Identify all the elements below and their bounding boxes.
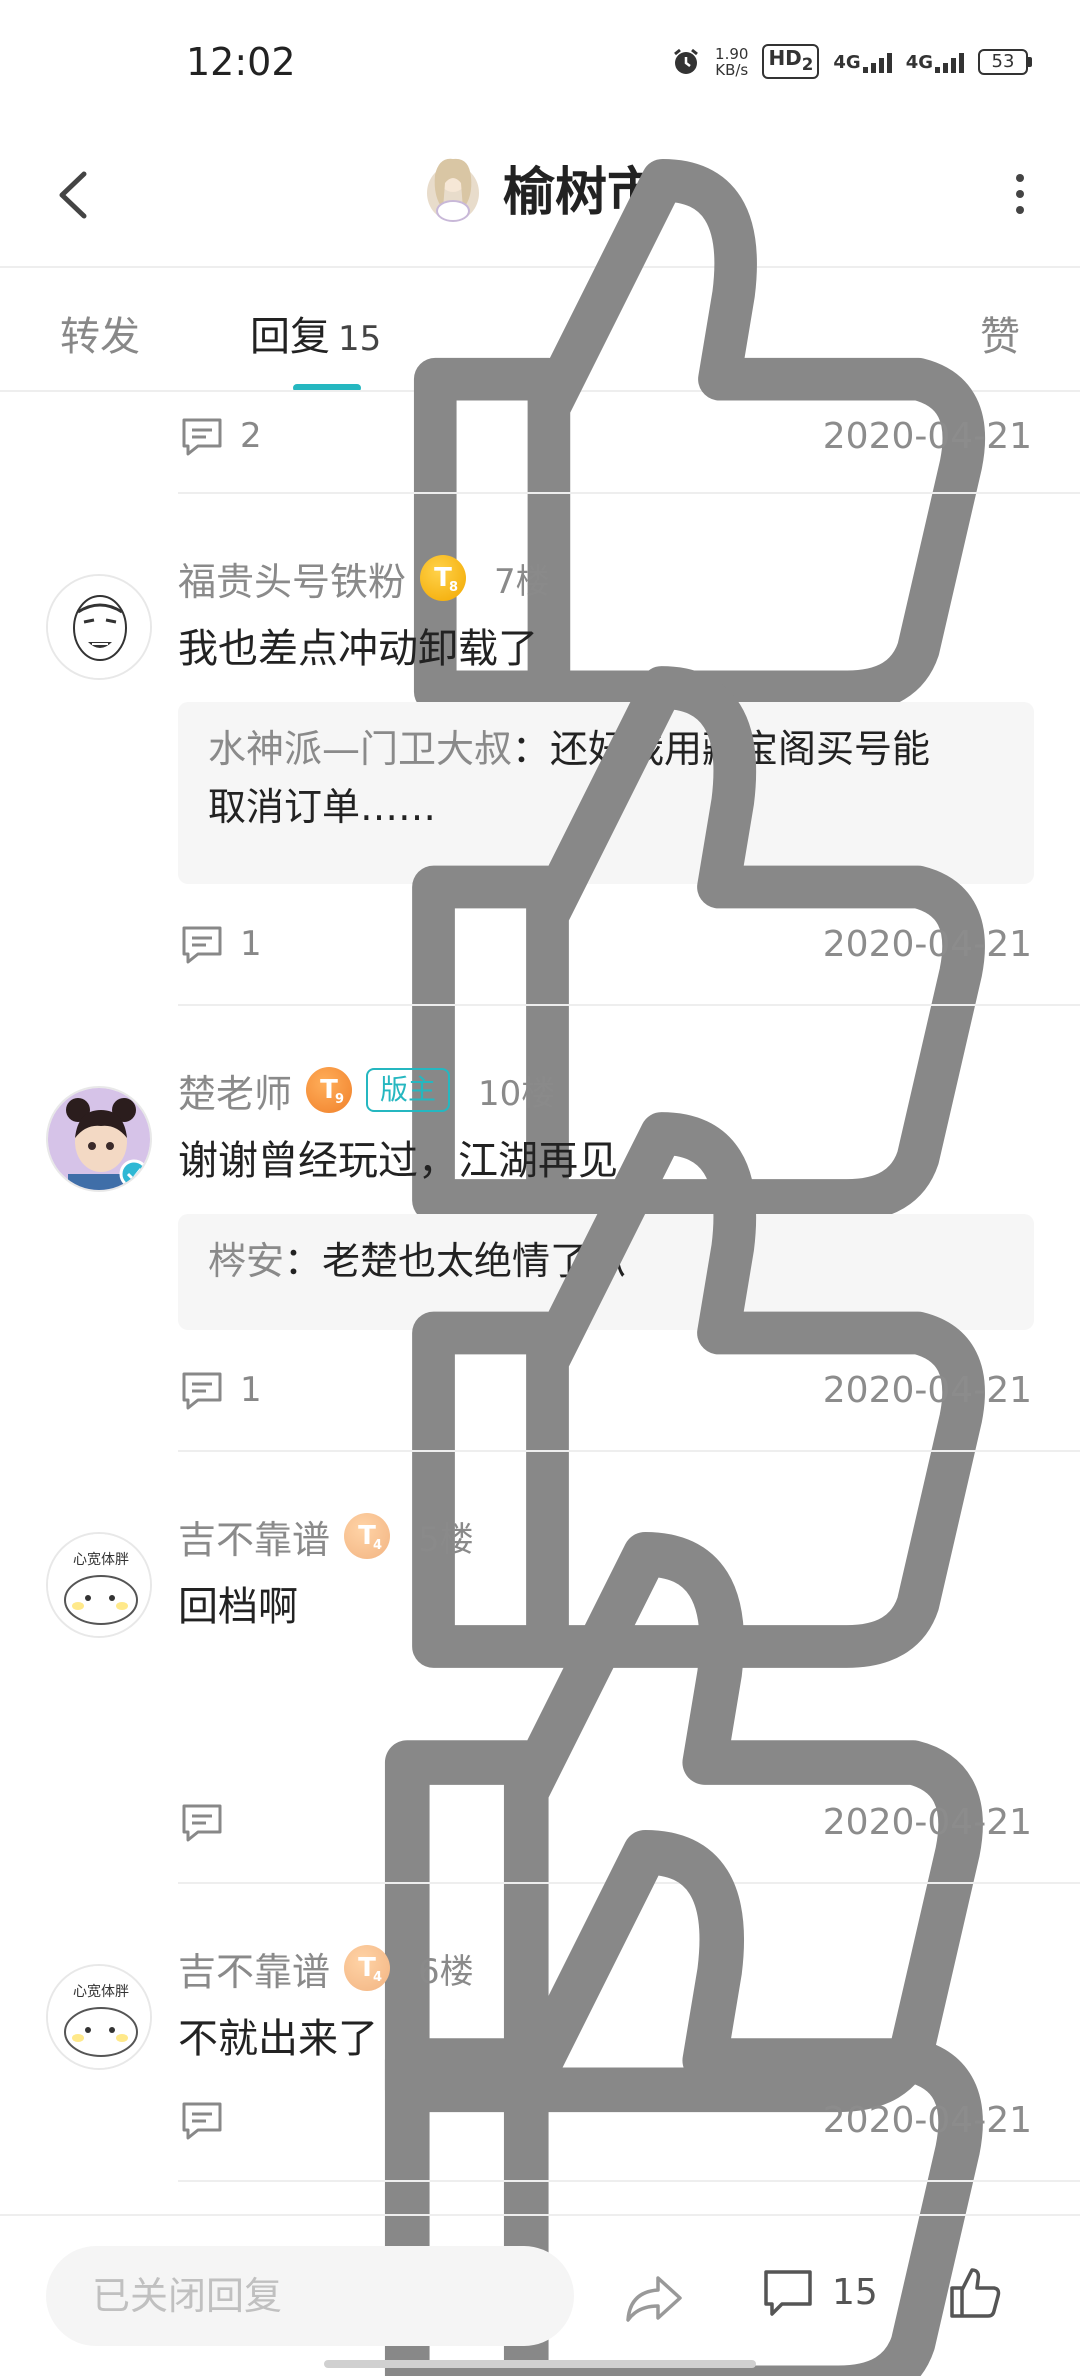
hd-icon: HD2 [762,44,820,79]
reply-button[interactable] [178,1798,226,1846]
reply-count: 2 [240,416,262,456]
divider [178,2180,1080,2182]
share-icon[interactable] [622,2266,686,2330]
signal-bars-icon [862,51,892,73]
bottom-bar: 已关闭回复 15 [0,2216,1080,2376]
comment-icon [182,2102,222,2140]
reply-count-button[interactable]: 2 [178,412,262,460]
net-speed-value: 1.90 [715,44,749,63]
avatar-text: 心宽体胖 [73,1983,129,2000]
reply-input[interactable]: 已关闭回复 [46,2246,574,2346]
username[interactable]: 吉不靠谱 [178,1941,330,1996]
tab-repost[interactable]: 转发 [60,304,140,362]
battery-level: 53 [978,48,1028,75]
quoted-username: 梣安 [208,1239,285,1283]
comment-date: 2020-04-21 [822,1369,1032,1411]
alarm-icon [674,48,698,74]
comment-icon [182,926,222,964]
home-indicator[interactable] [324,2360,756,2368]
meme-face-icon [48,576,150,678]
battery-icon: 53 [978,48,1032,75]
sim2-label: 4G [905,51,933,73]
signal-sim1: 4G [833,51,892,73]
reply-button[interactable] [178,2096,226,2144]
username[interactable]: 楚老师 [178,1063,292,1118]
signal-bars-icon [935,51,964,73]
reply-count: 1 [240,924,262,964]
avatar[interactable] [46,574,152,680]
level-badge: T9 [306,1067,353,1113]
divider [178,1004,1080,1006]
comment-actions: 2020-04-21 [178,1829,1032,2376]
tab-reply-label: 回复 [250,314,330,360]
character-avatar-icon [48,1088,150,1190]
level-badge: T8 [420,555,467,601]
divider [178,492,1080,494]
quote-separator: ： [284,1239,323,1283]
comment-header: 福贵头号铁粉 T8 7楼 [178,550,550,606]
divider [178,1450,1080,1452]
reply-count-button[interactable]: 1 [178,920,262,968]
avatar[interactable]: 心宽体胖 [46,1532,152,1638]
avatar-text: 心宽体胖 [73,1551,129,1568]
cartoon-avatar-icon: 心宽体胖 [48,1534,150,1636]
floor-number: 7楼 [494,561,550,602]
net-speed: 1.90 KB/s [715,46,748,78]
sim1-label: 4G [833,51,861,73]
thumbs-up-icon[interactable] [944,2262,1004,2322]
comment-actions: 2 2020-04-21 [178,158,1032,714]
status-icons: 1.90 KB/s HD2 4G 4G 53 [671,44,1032,79]
username[interactable]: 福贵头号铁粉 [178,551,406,606]
badge-level: 8 [448,580,459,595]
username[interactable]: 吉不靠谱 [178,1509,330,1564]
hd-label: HD [768,46,802,70]
comment-date: 2020-04-21 [822,2099,1032,2141]
reply-count-button[interactable]: 1 [178,1366,262,1414]
comment-icon [182,1372,222,1410]
avatar[interactable] [46,1086,152,1192]
badge-level: 9 [334,1092,345,1107]
comments-count: 15 [832,2271,878,2313]
cartoon-avatar-icon: 心宽体胖 [48,1966,150,2068]
comment-icon [764,2270,812,2316]
comment-actions: 1 2020-04-21 [178,1112,1032,1668]
comment-icon [182,1804,222,1842]
comments-button[interactable]: 15 [760,2264,878,2320]
net-speed-unit: KB/s [715,60,749,79]
comment-text: 回档啊 [178,1584,298,1630]
comment-date: 2020-04-21 [822,415,1032,457]
comment-actions: 1 2020-04-21 [178,666,1032,1222]
hd-sub: 2 [801,55,814,74]
signal-sim2: 4G [906,51,964,73]
comment-icon [182,418,222,456]
reply-count: 1 [240,1370,262,1410]
comment-date: 2020-04-21 [822,923,1032,965]
avatar[interactable]: 心宽体胖 [46,1964,152,2070]
status-time: 12:02 [186,40,296,84]
